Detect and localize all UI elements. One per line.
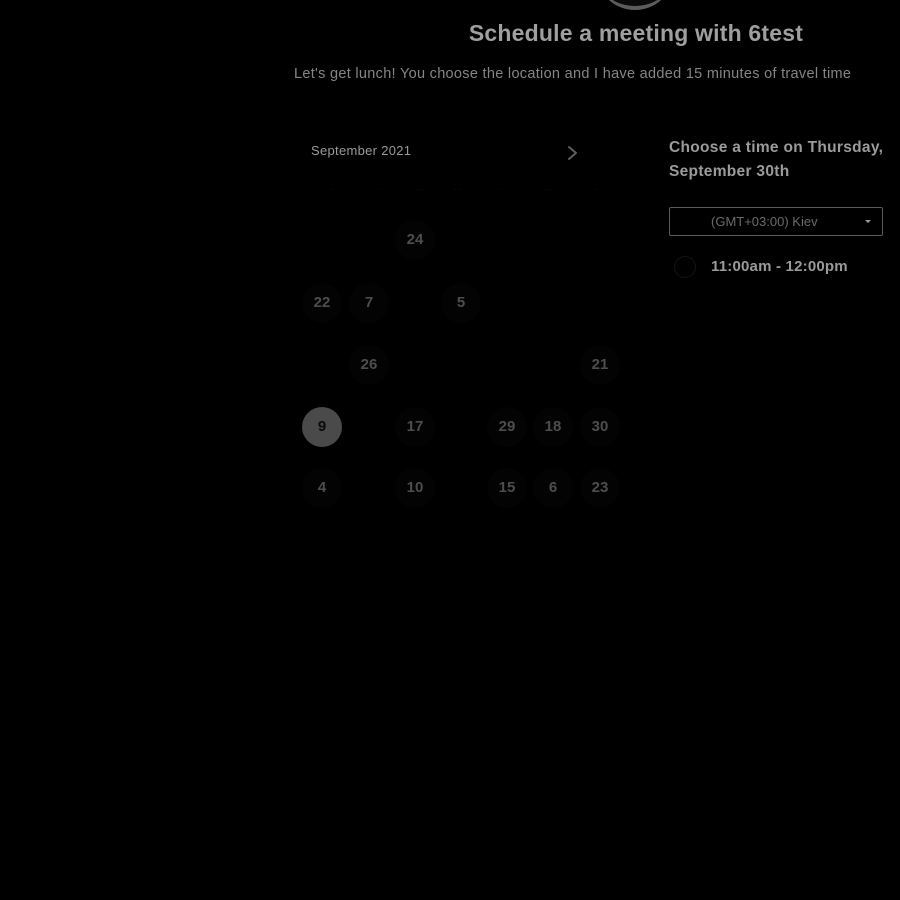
selected-date-heading-line2: September 30th xyxy=(669,163,790,180)
chevron-right-icon xyxy=(568,146,577,160)
host-avatar xyxy=(598,0,672,10)
calendar-day[interactable]: 4 xyxy=(302,468,342,508)
page-title: Schedule a meeting with 6test xyxy=(468,20,804,46)
calendar-day[interactable]: 6 xyxy=(533,468,573,508)
timezone-select[interactable]: (GMT+03:00) Kiev xyxy=(669,207,883,236)
calendar-day[interactable]: 26 xyxy=(349,345,389,385)
calendar-day[interactable]: 30 xyxy=(580,407,620,447)
calendar-day[interactable]: 15 xyxy=(487,468,527,508)
selected-date-heading-line1: Choose a time on Thursday, xyxy=(669,139,884,156)
booking-page: Schedule a meeting with 6test Let's get … xyxy=(0,0,900,900)
date-picker-calendar: September 2021 · · · · · · · · · · · 24 2… xyxy=(292,130,622,530)
caret-down-icon xyxy=(865,220,871,223)
weekday-header: · xyxy=(330,184,334,194)
next-month-button[interactable] xyxy=(564,142,582,164)
weekday-header-row: · · · · · · · · · · · xyxy=(300,184,620,196)
calendar-day[interactable]: 5 xyxy=(441,283,481,323)
weekday-header: · xyxy=(376,184,380,194)
time-slot-option[interactable]: 11:00am - 12:00pm xyxy=(669,252,900,282)
radio-circle-icon xyxy=(674,256,696,278)
weekday-header: · xyxy=(595,184,599,194)
calendar-day-selected[interactable]: 9 xyxy=(302,407,342,447)
weekday-header: · · xyxy=(415,184,425,194)
meeting-description: Let's get lunch! You choose the location… xyxy=(294,66,852,82)
calendar-day[interactable]: 17 xyxy=(395,407,435,447)
weekday-header: · · xyxy=(543,184,553,194)
weekday-header: · xyxy=(496,184,500,194)
calendar-day[interactable]: 29 xyxy=(487,407,527,447)
time-slot-label: 11:00am - 12:00pm xyxy=(711,258,848,275)
calendar-day[interactable]: 23 xyxy=(580,468,620,508)
calendar-day[interactable]: 10 xyxy=(395,468,435,508)
calendar-day[interactable]: 7 xyxy=(349,283,389,323)
timezone-value: (GMT+03:00) Kiev xyxy=(711,214,818,229)
calendar-day[interactable]: 24 xyxy=(395,220,435,260)
time-selection-panel: Choose a time on Thursday, September 30t… xyxy=(669,136,900,278)
calendar-month-label: September 2021 xyxy=(311,143,412,158)
calendar-day[interactable]: 22 xyxy=(302,283,342,323)
weekday-header: · · xyxy=(453,184,463,194)
calendar-day[interactable]: 18 xyxy=(533,407,573,447)
selected-date-heading: Choose a time on Thursday, September 30t… xyxy=(669,136,900,184)
calendar-day[interactable]: 21 xyxy=(580,345,620,385)
